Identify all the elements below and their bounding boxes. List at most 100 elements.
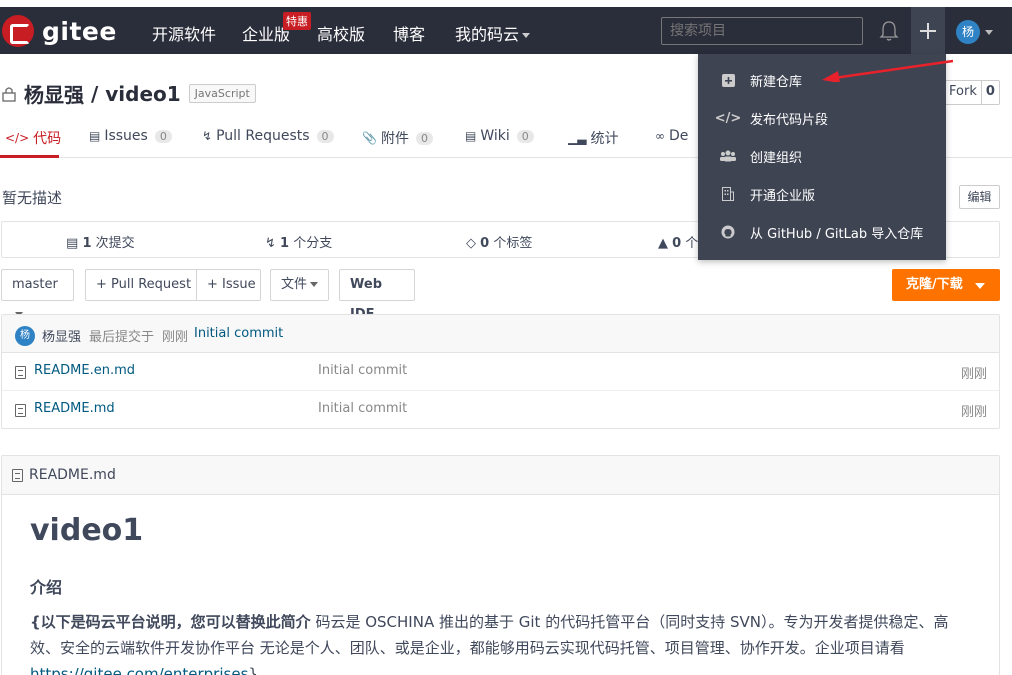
chevron-down-icon	[310, 282, 319, 287]
release-icon: ▲	[658, 236, 668, 251]
tab-wiki-label: Wiki	[480, 128, 510, 144]
tags-count: 0	[480, 236, 490, 251]
menu-item-enterprise[interactable]: 开通企业版	[698, 175, 946, 213]
search-input[interactable]	[661, 17, 863, 45]
pull-request-icon: ↯	[202, 129, 213, 143]
table-row[interactable]: README.md Initial commit 刚刚	[2, 391, 999, 429]
commits-stat[interactable]: ▤ 1 次提交	[66, 232, 135, 251]
file-menu-button[interactable]: 文件	[270, 269, 329, 301]
repo-owner[interactable]: 杨显强	[24, 79, 84, 108]
tab-issues[interactable]: ▤ Issues 0	[89, 128, 172, 144]
tab-pull-requests[interactable]: ↯ Pull Requests 0	[202, 128, 334, 144]
commit-message[interactable]: Initial commit	[194, 326, 283, 341]
menu-item-new-snippet[interactable]: </> 发布代码片段	[698, 99, 946, 137]
file-commit-message[interactable]: Initial commit	[318, 401, 407, 416]
stats-icon: ▁▃	[568, 131, 587, 145]
top-navbar: gitee 开源软件 企业版 特惠 高校版 博客 我的码云 杨	[0, 0, 1012, 54]
divider	[196, 270, 197, 300]
devops-icon: ∞	[655, 129, 665, 143]
commits-count: 1	[82, 236, 92, 251]
nav-blog[interactable]: 博客	[393, 21, 425, 45]
file-icon	[12, 468, 23, 482]
commit-time: 刚刚	[162, 330, 189, 345]
github-icon	[720, 224, 736, 240]
create-plus-button[interactable]	[911, 7, 945, 54]
tab-issues-label: Issues	[104, 128, 148, 144]
tab-code[interactable]: </> 代码	[5, 128, 61, 148]
readme-filename: README.md	[29, 467, 116, 483]
code-icon: </>	[5, 131, 30, 145]
file-time: 刚刚	[960, 405, 987, 420]
tags-stat[interactable]: ◇ 0 个标签	[466, 232, 532, 251]
active-tab-indicator	[0, 155, 59, 158]
attachments-count: 0	[415, 131, 433, 145]
file-time: 刚刚	[960, 367, 987, 382]
repo-name[interactable]: video1	[105, 82, 180, 106]
releases-label: 个	[685, 236, 699, 251]
branch-name: master	[12, 277, 58, 292]
releases-count: 0	[672, 236, 682, 251]
file-commit-message[interactable]: Initial commit	[318, 363, 407, 378]
commit-meta: 最后提交于	[89, 330, 155, 345]
readme-panel: README.md video1 介绍 {以下是码云平台说明，您可以替换此简介 …	[1, 455, 1000, 675]
chevron-down-icon	[985, 30, 993, 35]
readme-paragraph: {以下是码云平台说明，您可以替换此简介 码云是 OSCHINA 推出的基于 Gi…	[30, 609, 975, 675]
edit-description-button[interactable]: 编辑	[959, 185, 1000, 209]
repo-separator: /	[84, 81, 106, 106]
nav-open-source[interactable]: 开源软件	[152, 21, 216, 45]
group-icon	[720, 148, 736, 164]
gitee-logo[interactable]: gitee	[2, 15, 117, 47]
menu-item-label: 从 GitHub / GitLab 导入仓库	[750, 226, 924, 242]
menu-item-label: 发布代码片段	[750, 112, 829, 128]
nav-my-gitee[interactable]: 我的码云	[455, 21, 531, 45]
tab-stats[interactable]: ▁▃ 统计	[568, 128, 618, 148]
tab-devops-label: De	[669, 128, 689, 144]
bell-icon[interactable]	[878, 19, 900, 43]
building-icon	[720, 186, 736, 202]
clone-download-button[interactable]: 克隆/下载	[892, 269, 1000, 301]
readme-section-heading: 介绍	[30, 578, 63, 597]
file-menu-label: 文件	[281, 277, 308, 292]
create-dropdown-menu: 新建仓库 </> 发布代码片段 创建组织 开通企业版 从 GitHub / Gi…	[698, 54, 946, 260]
new-pull-request-button[interactable]: + Pull Request	[96, 277, 191, 292]
language-tag[interactable]: JavaScript	[188, 84, 256, 103]
repo-title: 杨显强 / video1 JavaScript	[2, 79, 256, 108]
tab-wiki[interactable]: ▤ Wiki 0	[465, 128, 534, 144]
branch-select[interactable]: master	[1, 269, 74, 317]
tab-devops[interactable]: ∞ De	[655, 128, 688, 144]
lock-icon	[2, 86, 16, 102]
menu-item-import[interactable]: 从 GitHub / GitLab 导入仓库	[698, 213, 946, 251]
releases-stat[interactable]: ▲ 0 个	[658, 232, 698, 251]
enterprise-link[interactable]: https://gitee.com/enterprises	[30, 665, 248, 675]
nav-education[interactable]: 高校版	[317, 21, 365, 45]
table-row[interactable]: README.en.md Initial commit 刚刚	[2, 353, 999, 391]
gitee-logo-icon	[2, 15, 34, 47]
web-ide-button[interactable]: Web IDE	[339, 269, 415, 322]
branches-count: 1	[280, 236, 290, 251]
promo-badge: 特惠	[283, 12, 311, 30]
user-avatar[interactable]: 杨	[956, 20, 980, 44]
code-snippet-icon: </>	[714, 110, 742, 126]
paperclip-icon: 📎	[362, 131, 377, 145]
tab-pull-requests-label: Pull Requests	[216, 128, 310, 144]
logo-text: gitee	[42, 16, 117, 46]
branches-label: 个分支	[293, 236, 333, 251]
menu-item-new-org[interactable]: 创建组织	[698, 137, 946, 175]
new-issue-button[interactable]: + Issue	[207, 270, 256, 300]
readme-header: README.md	[2, 456, 999, 495]
branches-stat[interactable]: ↯ 1 个分支	[265, 232, 332, 251]
pull-requests-count: 0	[316, 129, 334, 143]
latest-commit-row: 杨 杨显强 最后提交于 刚刚 Initial commit	[2, 315, 999, 353]
fork-count: 0	[980, 81, 999, 104]
tab-code-label: 代码	[33, 131, 62, 147]
wiki-count: 0	[516, 129, 534, 143]
commit-author[interactable]: 杨显强	[42, 326, 81, 345]
file-name[interactable]: README.md	[34, 401, 115, 416]
file-name[interactable]: README.en.md	[34, 363, 135, 378]
tab-attachments[interactable]: 📎 附件 0	[362, 128, 433, 148]
branch-icon: ↯	[265, 236, 276, 251]
wiki-icon: ▤	[465, 129, 477, 143]
fork-button[interactable]: Fork 0	[944, 80, 1000, 105]
avatar[interactable]: 杨	[15, 326, 35, 346]
pr-issue-group: + Pull Request + Issue	[85, 269, 261, 301]
